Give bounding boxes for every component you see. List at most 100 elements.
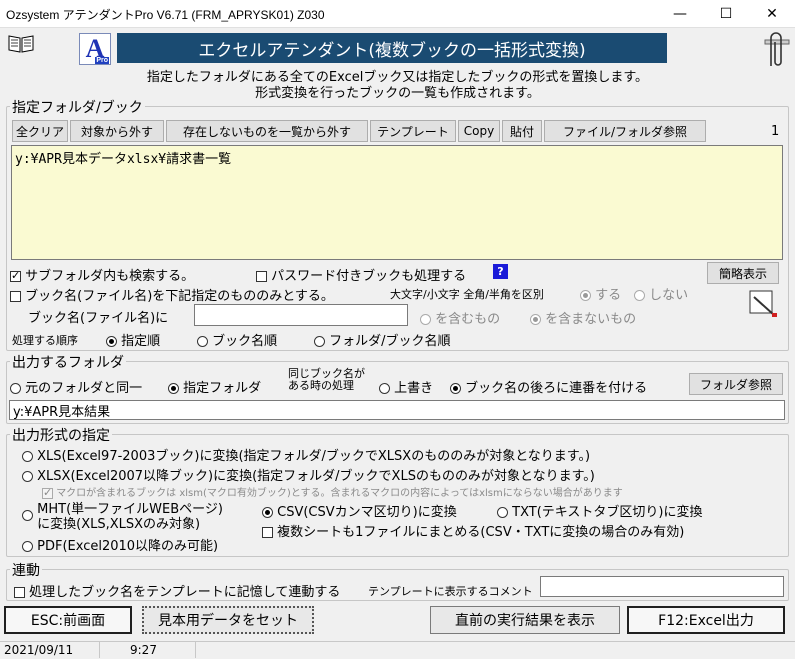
remember-option[interactable]: 処理したブック名をテンプレートに記憶して連動する bbox=[14, 581, 340, 600]
password-checkbox[interactable] bbox=[256, 271, 267, 282]
password-label: パスワード付きブックも処理する bbox=[271, 269, 467, 284]
xls-option[interactable]: XLS(Excel97-2003ブック)に変換(指定フォルダ/ブックでXLSXの… bbox=[22, 445, 590, 464]
order-specified-radio[interactable] bbox=[106, 336, 117, 347]
include-radio[interactable] bbox=[420, 314, 431, 325]
csv-option[interactable]: CSV(CSVカンマ区切り)に変換 bbox=[262, 501, 457, 520]
txt-radio[interactable] bbox=[497, 507, 508, 518]
folder-browse-button[interactable]: フォルダ参照 bbox=[689, 373, 783, 395]
output-path-input[interactable]: y:¥APR見本結果 bbox=[9, 400, 785, 420]
password-option[interactable]: パスワード付きブックも処理する bbox=[256, 265, 466, 284]
order-folder-label: フォルダ/ブック名順 bbox=[329, 334, 451, 349]
overwrite-option[interactable]: 上書き bbox=[379, 377, 433, 396]
bookname-only-label: ブック名(ファイル名)を下記指定のもののみとする。 bbox=[25, 289, 334, 304]
comment-input[interactable] bbox=[540, 576, 784, 597]
csv-radio[interactable] bbox=[262, 507, 273, 518]
overwrite-radio[interactable] bbox=[379, 383, 390, 394]
xlsx-option[interactable]: XLSX(Excel2007以降ブック)に変換(指定フォルダ/ブックでXLSのも… bbox=[22, 465, 595, 484]
close-button[interactable]: ✕ bbox=[749, 0, 795, 28]
macro-checkbox[interactable] bbox=[42, 486, 53, 499]
bookname-only-checkbox[interactable] bbox=[10, 291, 21, 302]
order-specified-option[interactable]: 指定順 bbox=[106, 330, 160, 349]
multi-sheet-option[interactable]: 複数シートも1ファイルにまとめる(CSV・TXTに変換の場合のみ有効) bbox=[262, 521, 684, 540]
specified-folder-radio[interactable] bbox=[168, 383, 179, 394]
bookname-input[interactable] bbox=[194, 304, 408, 326]
macro-option[interactable]: マクロが含まれるブックは xlsm(マクロ有効ブック)とする。含まれるマクロの内… bbox=[42, 484, 623, 499]
case-no-radio[interactable] bbox=[634, 290, 645, 301]
case-yes-radio[interactable] bbox=[580, 290, 591, 301]
multi-sheet-label: 複数シートも1ファイルにまとめる(CSV・TXTに変換の場合のみ有効) bbox=[277, 525, 685, 540]
subfolder-option[interactable]: サブフォルダ内も検索する。 bbox=[10, 265, 194, 284]
multi-sheet-checkbox[interactable] bbox=[262, 527, 273, 538]
app-logo: A Pro bbox=[79, 33, 111, 65]
serial-label: ブック名の後ろに連番を付ける bbox=[465, 381, 648, 396]
paste-button[interactable]: 貼付 bbox=[502, 120, 542, 142]
xlsx-radio[interactable] bbox=[22, 471, 33, 482]
pdf-radio[interactable] bbox=[22, 541, 33, 552]
specified-folder-label: 指定フォルダ bbox=[183, 381, 262, 396]
subfolder-label: サブフォルダ内も検索する。 bbox=[25, 269, 195, 284]
txt-option[interactable]: TXT(テキストタブ区切り)に変換 bbox=[497, 501, 702, 520]
target-list[interactable]: y:¥APR見本データxlsx¥請求書一覧 bbox=[11, 145, 783, 260]
link-group-title: 連動 bbox=[10, 560, 42, 580]
mht-label-2: に変換(XLS,XLSXのみ対象) bbox=[37, 517, 201, 532]
logo-sub: Pro bbox=[95, 57, 109, 64]
f12-excel-output-button[interactable]: F12:Excel出力 bbox=[627, 606, 785, 634]
csv-label: CSV(CSVカンマ区切り)に変換 bbox=[277, 505, 457, 520]
bookname-label: ブック名(ファイル名)に bbox=[28, 311, 169, 326]
esc-back-button[interactable]: ESC:前画面 bbox=[4, 606, 132, 634]
edit-icon[interactable] bbox=[748, 289, 780, 323]
mht-radio[interactable] bbox=[22, 510, 33, 521]
same-folder-radio[interactable] bbox=[10, 383, 21, 394]
remember-checkbox[interactable] bbox=[14, 587, 25, 598]
order-label: 処理する順序 bbox=[12, 334, 78, 347]
remove-from-target-button[interactable]: 対象から外す bbox=[70, 120, 164, 142]
duplicate-label-2: ある時の処理 bbox=[288, 379, 354, 392]
xls-label: XLS(Excel97-2003ブック)に変換(指定フォルダ/ブックでXLSXの… bbox=[37, 449, 591, 464]
output-group-title: 出力するフォルダ bbox=[10, 352, 126, 372]
bookname-only-option[interactable]: ブック名(ファイル名)を下記指定のもののみとする。 bbox=[10, 285, 334, 304]
order-bookname-option[interactable]: ブック名順 bbox=[197, 330, 277, 349]
comment-label: テンプレートに表示するコメント bbox=[368, 585, 533, 598]
help-icon[interactable]: ? bbox=[493, 264, 508, 279]
order-bookname-label: ブック名順 bbox=[212, 334, 278, 349]
macro-label: マクロが含まれるブックは xlsm(マクロ有効ブック)とする。含まれるマクロの内… bbox=[56, 488, 623, 499]
case-no-option[interactable]: しない bbox=[634, 284, 688, 303]
order-folder-option[interactable]: フォルダ/ブック名順 bbox=[314, 330, 451, 349]
target-list-item[interactable]: y:¥APR見本データxlsx¥請求書一覧 bbox=[15, 152, 231, 167]
status-date: 2021/09/11 bbox=[0, 642, 100, 658]
template-button[interactable]: テンプレート bbox=[370, 120, 456, 142]
file-folder-browse-button[interactable]: ファイル/フォルダ参照 bbox=[544, 120, 706, 142]
mht-option[interactable]: MHT(単一ファイルWEBページ) に変換(XLS,XLSXのみ対象) bbox=[22, 502, 223, 532]
remove-missing-button[interactable]: 存在しないものを一覧から外す bbox=[166, 120, 368, 142]
mht-label: MHT(単一ファイルWEBページ) に変換(XLS,XLSXのみ対象) bbox=[37, 502, 223, 532]
same-folder-option[interactable]: 元のフォルダと同一 bbox=[10, 377, 142, 396]
pdf-option[interactable]: PDF(Excel2010以降のみ可能) bbox=[22, 535, 218, 554]
subfolder-checkbox[interactable] bbox=[10, 269, 21, 282]
xls-radio[interactable] bbox=[22, 451, 33, 462]
order-specified-label: 指定順 bbox=[121, 334, 161, 349]
exclude-radio[interactable] bbox=[530, 314, 541, 325]
book-icon[interactable] bbox=[8, 33, 34, 57]
case-yes-option[interactable]: する bbox=[580, 284, 621, 303]
order-bookname-radio[interactable] bbox=[197, 336, 208, 347]
simple-view-button[interactable]: 簡略表示 bbox=[707, 262, 779, 284]
maximize-button[interactable]: ☐ bbox=[703, 0, 749, 28]
clear-all-button[interactable]: 全クリア bbox=[12, 120, 68, 142]
overwrite-label: 上書き bbox=[394, 381, 434, 396]
exclude-option[interactable]: を含まないもの bbox=[530, 308, 636, 327]
show-last-result-button[interactable]: 直前の実行結果を表示 bbox=[430, 606, 620, 634]
remember-label: 処理したブック名をテンプレートに記憶して連動する bbox=[29, 585, 341, 600]
sample-data-button[interactable]: 見本用データをセット bbox=[142, 606, 314, 634]
duplicate-label: 同じブック名が ある時の処理 bbox=[288, 368, 365, 392]
serial-option[interactable]: ブック名の後ろに連番を付ける bbox=[450, 377, 647, 396]
specified-folder-option[interactable]: 指定フォルダ bbox=[168, 377, 261, 396]
copy-button[interactable]: Copy bbox=[458, 120, 500, 142]
folder-group-title: 指定フォルダ/ブック bbox=[10, 97, 145, 117]
case-label: 大文字/小文字 全角/半角を区別 bbox=[390, 288, 544, 301]
order-folder-radio[interactable] bbox=[314, 336, 325, 347]
xlsx-label: XLSX(Excel2007以降ブック)に変換(指定フォルダ/ブックでXLSのも… bbox=[37, 469, 595, 484]
serial-radio[interactable] bbox=[450, 383, 461, 394]
include-option[interactable]: を含むもの bbox=[420, 308, 500, 327]
status-time: 9:27 bbox=[126, 642, 196, 658]
minimize-button[interactable]: — bbox=[657, 0, 703, 28]
